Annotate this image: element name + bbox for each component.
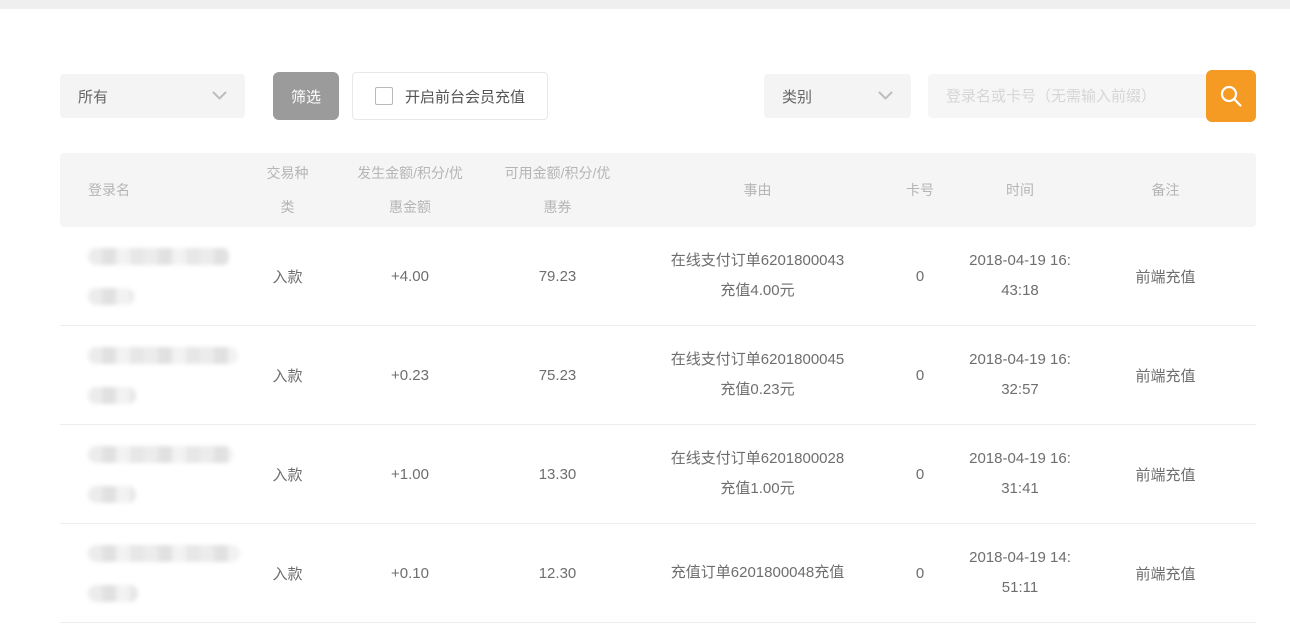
status-filter-dropdown[interactable]: 所有	[60, 74, 245, 118]
redacted-login-text	[88, 387, 136, 404]
header-transaction-type: 交易种类	[230, 156, 345, 224]
header-time: 时间	[965, 173, 1075, 207]
reason-cell: 在线支付订单6201800045充值0.23元	[640, 345, 875, 405]
login-name-cell-redacted	[60, 545, 230, 602]
header-reason: 事由	[640, 173, 875, 207]
table-row: 入款 +0.23 75.23 在线支付订单6201800045充值0.23元 0…	[60, 326, 1256, 425]
reason-cell: 充值订单6201800048充值	[640, 558, 875, 588]
header-remark: 备注	[1075, 173, 1256, 207]
redacted-login-text	[88, 545, 240, 562]
transaction-type-cell: 入款	[230, 464, 345, 485]
login-name-cell-redacted	[60, 347, 230, 404]
search-group	[928, 70, 1256, 122]
checkbox-unchecked-icon[interactable]	[375, 87, 393, 105]
status-filter-value: 所有	[78, 86, 108, 107]
remark-cell: 前端充值	[1075, 365, 1256, 386]
amount-cell: +4.00	[345, 268, 475, 285]
available-balance-cell: 13.30	[475, 466, 640, 483]
search-icon	[1218, 83, 1244, 109]
table-row: 入款 +4.00 79.23 在线支付订单6201800043充值4.00元 0…	[60, 227, 1256, 326]
amount-cell: +1.00	[345, 466, 475, 483]
remark-cell: 前端充值	[1075, 563, 1256, 584]
header-available: 可用金额/积分/优惠券	[475, 156, 640, 224]
header-amount: 发生金额/积分/优惠金额	[345, 156, 475, 224]
available-balance-cell: 12.30	[475, 565, 640, 582]
time-cell: 2018-04-19 14:51:11	[965, 543, 1075, 603]
toolbar: 所有 筛选 开启前台会员充值 类别	[60, 70, 1256, 122]
chevron-down-icon	[878, 91, 893, 101]
redacted-login-text	[88, 446, 233, 463]
table-row: 入款 +1.00 13.30 在线支付订单6201800028充值1.00元 0…	[60, 425, 1256, 524]
table-header-row: 登录名 交易种类 发生金额/积分/优惠金额 可用金额/积分/优惠券 事由 卡号 …	[60, 153, 1256, 227]
time-cell: 2018-04-19 16:43:18	[965, 246, 1075, 306]
filter-button[interactable]: 筛选	[273, 72, 339, 120]
available-balance-cell: 75.23	[475, 367, 640, 384]
table-body: 入款 +4.00 79.23 在线支付订单6201800043充值4.00元 0…	[60, 227, 1256, 623]
header-login-name: 登录名	[60, 173, 230, 207]
top-divider	[0, 0, 1290, 9]
remark-cell: 前端充值	[1075, 266, 1256, 287]
card-number-cell: 0	[875, 268, 965, 285]
search-input[interactable]	[928, 74, 1206, 118]
amount-cell: +0.23	[345, 367, 475, 384]
redacted-login-text	[88, 248, 230, 265]
redacted-login-text	[88, 486, 136, 503]
login-name-cell-redacted	[60, 446, 230, 503]
redacted-login-text	[88, 288, 134, 305]
redacted-login-text	[88, 347, 238, 364]
table-row: 入款 +0.10 12.30 充值订单6201800048充值 0 2018-0…	[60, 524, 1256, 623]
redacted-login-text	[88, 585, 138, 602]
front-desk-recharge-label: 开启前台会员充值	[405, 86, 525, 107]
header-card-number: 卡号	[875, 173, 965, 207]
records-table: 登录名 交易种类 发生金额/积分/优惠金额 可用金额/积分/优惠券 事由 卡号 …	[60, 153, 1256, 623]
member-recharge-records-page: 所有 筛选 开启前台会员充值 类别	[0, 0, 1290, 623]
card-number-cell: 0	[875, 565, 965, 582]
reason-cell: 在线支付订单6201800043充值4.00元	[640, 246, 875, 306]
available-balance-cell: 79.23	[475, 268, 640, 285]
category-dropdown-value: 类别	[782, 86, 812, 107]
transaction-type-cell: 入款	[230, 563, 345, 584]
amount-cell: +0.10	[345, 565, 475, 582]
search-button[interactable]	[1206, 70, 1256, 122]
reason-cell: 在线支付订单6201800028充值1.00元	[640, 444, 875, 504]
transaction-type-cell: 入款	[230, 266, 345, 287]
category-dropdown[interactable]: 类别	[764, 74, 911, 118]
time-cell: 2018-04-19 16:31:41	[965, 444, 1075, 504]
card-number-cell: 0	[875, 367, 965, 384]
transaction-type-cell: 入款	[230, 365, 345, 386]
login-name-cell-redacted	[60, 248, 230, 305]
chevron-down-icon	[212, 91, 227, 101]
card-number-cell: 0	[875, 466, 965, 483]
remark-cell: 前端充值	[1075, 464, 1256, 485]
time-cell: 2018-04-19 16:32:57	[965, 345, 1075, 405]
front-desk-recharge-toggle[interactable]: 开启前台会员充值	[352, 72, 548, 120]
